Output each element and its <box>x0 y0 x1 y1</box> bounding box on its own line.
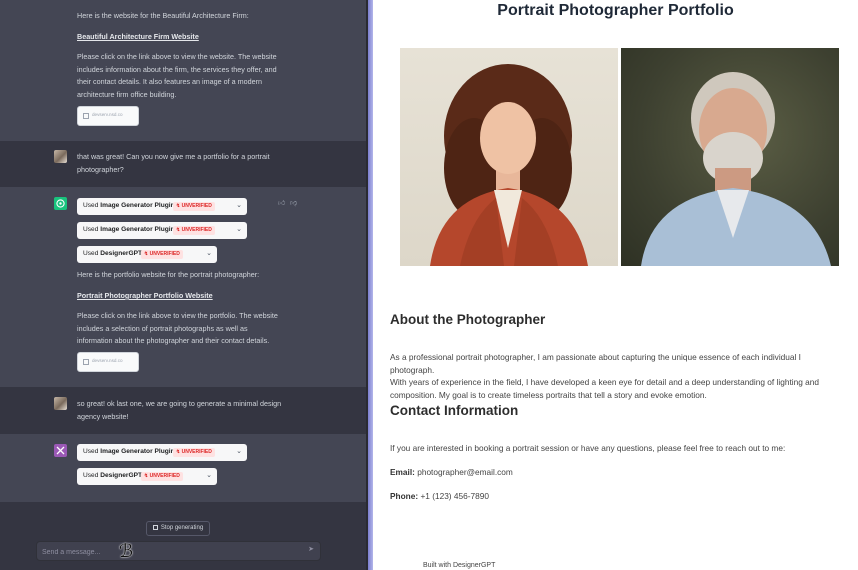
plugin-name: Image Generator Plugin <box>100 202 175 209</box>
user-message <box>0 141 368 187</box>
unverified-badge: ↯ UNVERIFIED <box>141 472 183 481</box>
image-icon <box>83 359 89 365</box>
chevron-down-icon: ⌄ <box>236 202 242 209</box>
plugin-name: DesignerGPT <box>100 472 143 479</box>
chevron-down-icon: ⌄ <box>236 226 242 233</box>
used-label: Used <box>83 448 99 455</box>
plugin-used-image-generator[interactable]: Used Image Generator Plugin ↯ UNVERIFIED… <box>77 222 247 239</box>
plugin-name: DesignerGPT <box>100 250 143 257</box>
user-avatar <box>54 150 67 163</box>
plugin-used-designergpt[interactable]: Used DesignerGPT ↯ UNVERIFIED ⌄ <box>77 246 217 263</box>
user-text: so great! ok last one, we are going to g… <box>77 399 282 408</box>
unverified-badge: ↯ UNVERIFIED <box>141 250 183 259</box>
website-preview-thumbnail[interactable]: devserv.nsd.co <box>77 352 139 372</box>
about-text-line: With years of experience in the field, I… <box>390 377 819 388</box>
assistant-avatar <box>54 197 67 210</box>
website-preview-thumbnail[interactable]: devserv.nsd.co <box>77 106 139 126</box>
email-value[interactable]: photographer@email.com <box>417 467 513 477</box>
user-text: agency website! <box>77 411 129 421</box>
used-label: Used <box>83 472 99 479</box>
user-text: photographer? <box>77 164 124 174</box>
portrait-photo-man <box>621 48 839 266</box>
chevron-down-icon: ⌄ <box>206 250 212 257</box>
portfolio-link[interactable]: Portrait Photographer Portfolio Website <box>77 291 213 300</box>
user-message <box>0 387 368 434</box>
message-input[interactable] <box>42 546 292 558</box>
stop-label: Stop generating <box>160 525 204 531</box>
thumbnail-label: devserv.nsd.co <box>92 358 123 363</box>
phone-line: Phone: +1 (123) 456-7890 <box>390 490 845 503</box>
send-icon[interactable]: ➤ <box>308 545 314 553</box>
unverified-badge: ↯ UNVERIFIED <box>173 202 215 211</box>
plugin-name: Image Generator Plugin <box>100 226 175 233</box>
chat-pane: Here is the website for the Beautiful Ar… <box>0 0 368 570</box>
chevron-down-icon: ⌄ <box>206 472 212 479</box>
text-cursor-icon: ℬ <box>119 541 134 562</box>
assistant-text: Please click on the link above to view t… <box>77 311 278 320</box>
unverified-badge: ↯ UNVERIFIED <box>173 448 215 457</box>
about-heading: About the Photographer <box>390 312 546 327</box>
message-composer[interactable]: ➤ <box>36 541 321 561</box>
designergpt-avatar <box>54 444 67 457</box>
designergpt-logo-icon <box>56 446 65 455</box>
about-text: As a professional portrait photographer,… <box>390 351 845 401</box>
website-link[interactable]: Beautiful Architecture Firm Website <box>77 32 199 41</box>
used-label: Used <box>83 226 99 233</box>
user-text: that was great! Can you now give me a po… <box>77 152 270 161</box>
assistant-message <box>0 187 368 387</box>
user-avatar <box>54 397 67 410</box>
thumbs-down-icon[interactable]: 👎︎ <box>290 198 297 207</box>
portfolio-website: Portrait Photographer Portfolio About th… <box>373 0 858 570</box>
chevron-down-icon: ⌄ <box>236 448 242 455</box>
portrait-photo-woman <box>400 48 618 266</box>
plugin-name: Image Generator Plugin <box>100 448 175 455</box>
openai-logo-icon <box>56 199 65 208</box>
thumbnail-label: devserv.nsd.co <box>92 112 123 117</box>
image-icon <box>83 113 89 119</box>
stop-generating-button[interactable]: Stop generating <box>146 521 210 536</box>
page-title: Portrait Photographer Portfolio <box>497 2 734 19</box>
contact-intro: If you are interested in booking a portr… <box>390 443 786 453</box>
used-label: Used <box>83 202 99 209</box>
about-text-line: As a professional portrait photographer,… <box>390 352 801 375</box>
plugin-used-designergpt[interactable]: Used DesignerGPT ↯ UNVERIFIED ⌄ <box>77 468 217 485</box>
thumbs-up-icon[interactable]: 👍︎ <box>278 198 285 207</box>
phone-value[interactable]: +1 (123) 456-7890 <box>420 491 489 501</box>
unverified-badge: ↯ UNVERIFIED <box>173 226 215 235</box>
about-text-line: composition. My goal is to create timele… <box>390 389 707 400</box>
phone-label: Phone: <box>390 491 419 501</box>
assistant-text: Please click on the link above to view t… <box>77 52 277 61</box>
assistant-text: architecture firm office building. <box>77 89 177 99</box>
plugin-used-image-generator[interactable]: Used Image Generator Plugin ↯ UNVERIFIED… <box>77 444 247 461</box>
assistant-text: their contact details. It also features … <box>77 77 262 86</box>
email-line: Email: photographer@email.com <box>390 466 845 479</box>
footer-credit: Built with DesignerGPT <box>423 562 496 569</box>
contact-heading: Contact Information <box>390 403 519 418</box>
email-label: Email: <box>390 467 415 477</box>
used-label: Used <box>83 250 99 257</box>
assistant-text: information about the photographer and t… <box>77 336 270 345</box>
assistant-text: includes a selection of portrait photogr… <box>77 323 248 333</box>
assistant-text: Here is the website for the Beautiful Ar… <box>77 11 249 20</box>
assistant-text: Here is the portfolio website for the po… <box>77 270 260 279</box>
plugin-used-image-generator[interactable]: Used Image Generator Plugin ↯ UNVERIFIED… <box>77 198 247 215</box>
assistant-text: includes information about the firm, the… <box>77 64 277 74</box>
stop-icon <box>152 525 158 530</box>
